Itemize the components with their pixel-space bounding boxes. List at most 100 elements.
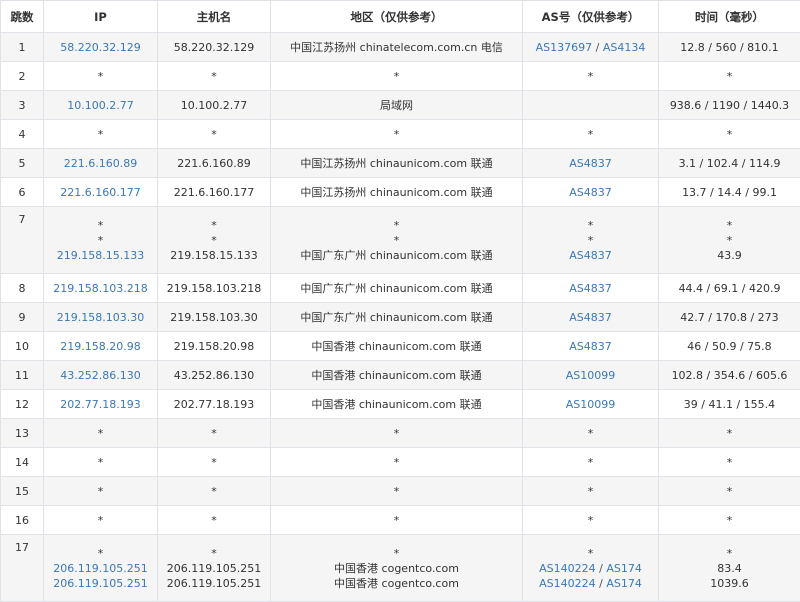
region-value: * (394, 234, 400, 247)
as-link[interactable]: AS4837 (569, 249, 612, 262)
table-row: 13***** (1, 419, 800, 448)
as-cell: * (523, 120, 659, 149)
ip-value: * (98, 547, 104, 560)
hop-number: 9 (1, 303, 44, 332)
region-cell: * (271, 506, 523, 535)
hostname-cell: *206.119.105.251206.119.105.251 (158, 535, 271, 602)
as-cell: * (523, 477, 659, 506)
ip-link[interactable]: 219.158.103.30 (57, 311, 144, 324)
as-line: * (569, 233, 612, 248)
table-row: 158.220.32.12958.220.32.129中国江苏扬州 chinat… (1, 33, 800, 62)
time-value: * (727, 547, 733, 560)
as-link[interactable]: AS4837 (569, 340, 612, 353)
as-link[interactable]: AS4837 (569, 186, 612, 199)
table-row: 7**219.158.15.133**219.158.15.133**中国广东广… (1, 207, 800, 274)
ip-cell: 219.158.103.30 (44, 303, 158, 332)
as-line: AS4837 (569, 339, 612, 354)
ip-link[interactable]: 206.119.105.251 (53, 562, 147, 575)
region-value: * (394, 427, 400, 440)
host-value: 219.158.103.30 (170, 311, 257, 324)
as-line: AS10099 (566, 368, 616, 383)
table-row: 1143.252.86.13043.252.86.130中国香港 chinaun… (1, 361, 800, 390)
time-cell: 102.8 / 354.6 / 605.6 (659, 361, 800, 390)
as-link[interactable]: AS137697 (536, 41, 593, 54)
as-link[interactable]: AS4837 (569, 157, 612, 170)
time-cell: * (659, 62, 800, 91)
as-line: * (539, 546, 642, 561)
region-cell: 中国广东广州 chinaunicom.com 联通 (271, 303, 523, 332)
as-link[interactable]: AS4837 (569, 311, 612, 324)
hostname-cell: 219.158.103.30 (158, 303, 271, 332)
hostname-cell: 219.158.20.98 (158, 332, 271, 361)
as-line (589, 98, 593, 113)
ip-link[interactable]: 219.158.15.133 (57, 249, 144, 262)
time-cell: * (659, 477, 800, 506)
hop-number: 4 (1, 120, 44, 149)
as-line: AS4837 (569, 281, 612, 296)
as-link[interactable]: AS140224 (539, 577, 596, 590)
host-value: * (211, 456, 217, 469)
ip-link[interactable]: 43.252.86.130 (60, 369, 140, 382)
table-row: 10219.158.20.98219.158.20.98中国香港 chinaun… (1, 332, 800, 361)
as-line: AS137697 / AS4134 (536, 40, 646, 55)
as-line: AS10099 (566, 397, 616, 412)
as-link[interactable]: AS10099 (566, 369, 616, 382)
time-value: 938.6 / 1190 / 1440.3 (670, 99, 789, 112)
time-value: 12.8 / 560 / 810.1 (680, 41, 778, 54)
table-row: 9 219.158.103.30 219.158.103.30 中国广东广州 chin… (1, 303, 800, 332)
table-row: 16***** (1, 506, 800, 535)
as-link[interactable]: AS10099 (566, 398, 616, 411)
as-link[interactable]: AS4134 (603, 41, 646, 54)
time-value: 13.7 / 14.4 / 99.1 (682, 186, 777, 199)
host-value: * (211, 234, 217, 247)
as-link[interactable]: AS174 (606, 562, 642, 575)
time-cell: * (659, 419, 800, 448)
hostname-cell: 58.220.32.129 (158, 33, 271, 62)
ip-link[interactable]: 221.6.160.89 (64, 157, 137, 170)
table-row: 2***** (1, 62, 800, 91)
table-row: 15***** (1, 477, 800, 506)
as-cell: AS137697 / AS4134 (523, 33, 659, 62)
ip-cell: **219.158.15.133 (44, 207, 158, 274)
hostname-cell: 219.158.103.218 (158, 274, 271, 303)
ip-value: * (98, 128, 104, 141)
region-value: * (394, 128, 400, 141)
ip-link[interactable]: 202.77.18.193 (60, 398, 140, 411)
host-value: 219.158.15.133 (170, 249, 257, 262)
ip-link[interactable]: 219.158.20.98 (60, 340, 140, 353)
as-link[interactable]: AS140224 (539, 562, 596, 575)
time-value: 44.4 / 69.1 / 420.9 (679, 282, 781, 295)
table-header-row: 跳数 IP 主机名 地区（仅供参考） AS号（仅供参考） 时间（毫秒） (1, 1, 800, 33)
ip-link[interactable]: 221.6.160.177 (60, 186, 140, 199)
host-value: 43.252.86.130 (174, 369, 254, 382)
ip-link[interactable]: 206.119.105.251 (53, 577, 147, 590)
ip-link[interactable]: 10.100.2.77 (67, 99, 133, 112)
as-cell: AS4837 (523, 178, 659, 207)
as-line: * (588, 69, 594, 84)
time-cell: 13.7 / 14.4 / 99.1 (659, 178, 800, 207)
time-cell: 12.8 / 560 / 810.1 (659, 33, 800, 62)
region-value: 中国香港 chinaunicom.com 联通 (311, 398, 481, 411)
time-cell: * (659, 506, 800, 535)
time-value: 42.7 / 170.8 / 273 (680, 311, 778, 324)
region-cell: *中国香港 cogentco.com中国香港 cogentco.com (271, 535, 523, 602)
time-value: 46 / 50.9 / 75.8 (687, 340, 771, 353)
region-value: 中国香港 cogentco.com (334, 577, 459, 590)
ip-value: * (98, 234, 104, 247)
hop-number: 3 (1, 91, 44, 120)
hostname-cell: * (158, 120, 271, 149)
hostname-cell: * (158, 477, 271, 506)
ip-link[interactable]: 219.158.103.218 (53, 282, 147, 295)
header-as-number: AS号（仅供参考） (523, 1, 659, 33)
as-link[interactable]: AS174 (606, 577, 642, 590)
region-value: * (394, 456, 400, 469)
as-cell: AS10099 (523, 361, 659, 390)
host-value: 219.158.103.218 (167, 282, 261, 295)
table-row: 12202.77.18.193202.77.18.193中国香港 chinaun… (1, 390, 800, 419)
as-link[interactable]: AS4837 (569, 282, 612, 295)
ip-link[interactable]: 58.220.32.129 (60, 41, 140, 54)
time-value: * (727, 128, 733, 141)
time-value: 83.4 (717, 562, 742, 575)
region-value: 中国香港 chinaunicom.com 联通 (311, 369, 481, 382)
as-separator: / (596, 577, 607, 590)
